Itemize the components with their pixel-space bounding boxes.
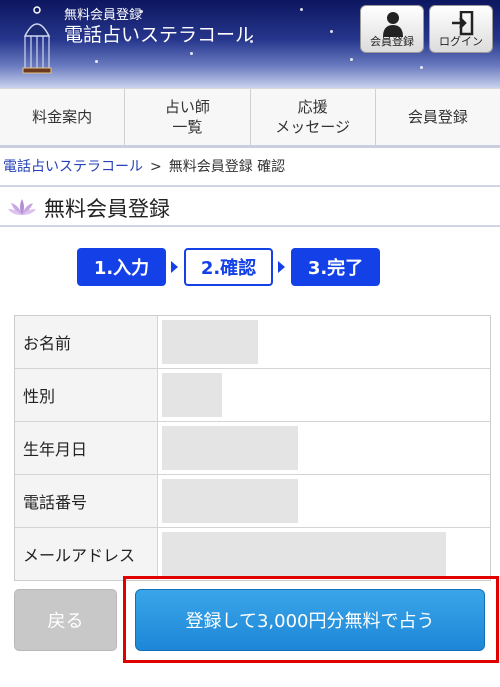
row-value-birthdate [158, 422, 490, 474]
row-value-name [158, 316, 490, 368]
redacted-value [162, 532, 446, 576]
redacted-value [162, 426, 298, 470]
section-header: 無料会員登録 [0, 185, 500, 227]
nav-item-pricing[interactable]: 料金案内 [0, 89, 126, 145]
row-value-gender [158, 369, 490, 421]
nav-item-messages[interactable]: 応援 メッセージ [251, 89, 376, 145]
table-row: お名前 [15, 316, 490, 369]
step-arrow-icon [171, 261, 178, 273]
nav-item-register[interactable]: 会員登録 [376, 89, 500, 145]
main-nav: 料金案内 占い師 一覧 応援 メッセージ 会員登録 [0, 88, 500, 148]
breadcrumb-current: 無料会員登録 確認 [168, 159, 286, 175]
login-button[interactable]: ログイン [429, 5, 493, 53]
table-row: 電話番号 [15, 475, 490, 528]
lotus-icon [8, 199, 36, 215]
row-label-gender: 性別 [15, 369, 158, 421]
table-row: メールアドレス [15, 528, 490, 580]
nav-item-fortune-tellers[interactable]: 占い師 一覧 [125, 89, 251, 145]
confirmation-table: お名前 性別 生年月日 電話番号 メールアドレス [14, 315, 491, 581]
register-button-label: 会員登録 [370, 35, 414, 48]
step-complete: 3.完了 [291, 248, 380, 286]
back-button[interactable]: 戻る [14, 589, 117, 651]
row-label-email: メールアドレス [15, 528, 158, 580]
row-value-email [158, 528, 490, 580]
progress-steps: 1.入力 2.確認 3.完了 [77, 248, 380, 286]
birdcage-logo-icon [22, 6, 52, 74]
row-label-name: お名前 [15, 316, 158, 368]
site-header: 無料会員登録 電話占いステラコール 会員登録 ログイン [0, 0, 500, 88]
step-input: 1.入力 [77, 248, 166, 286]
breadcrumb: 電話占いステラコール > 無料会員登録 確認 [3, 156, 285, 176]
step-confirm: 2.確認 [184, 248, 273, 286]
site-title[interactable]: 電話占いステラコール [64, 20, 254, 47]
register-button[interactable]: 会員登録 [360, 5, 424, 53]
step-arrow-icon [278, 261, 285, 273]
table-row: 生年月日 [15, 422, 490, 475]
redacted-value [162, 320, 258, 364]
row-label-phone: 電話番号 [15, 475, 158, 527]
login-button-label: ログイン [439, 35, 483, 48]
table-row: 性別 [15, 369, 490, 422]
redacted-value [162, 479, 298, 523]
row-value-phone [158, 475, 490, 527]
redacted-value [162, 373, 222, 417]
breadcrumb-home-link[interactable]: 電話占いステラコール [3, 159, 143, 175]
breadcrumb-separator: > [150, 159, 162, 175]
page-title: 無料会員登録 [44, 197, 170, 221]
row-label-birthdate: 生年月日 [15, 422, 158, 474]
submit-register-button[interactable]: 登録して3,000円分無料で占う [135, 589, 485, 651]
